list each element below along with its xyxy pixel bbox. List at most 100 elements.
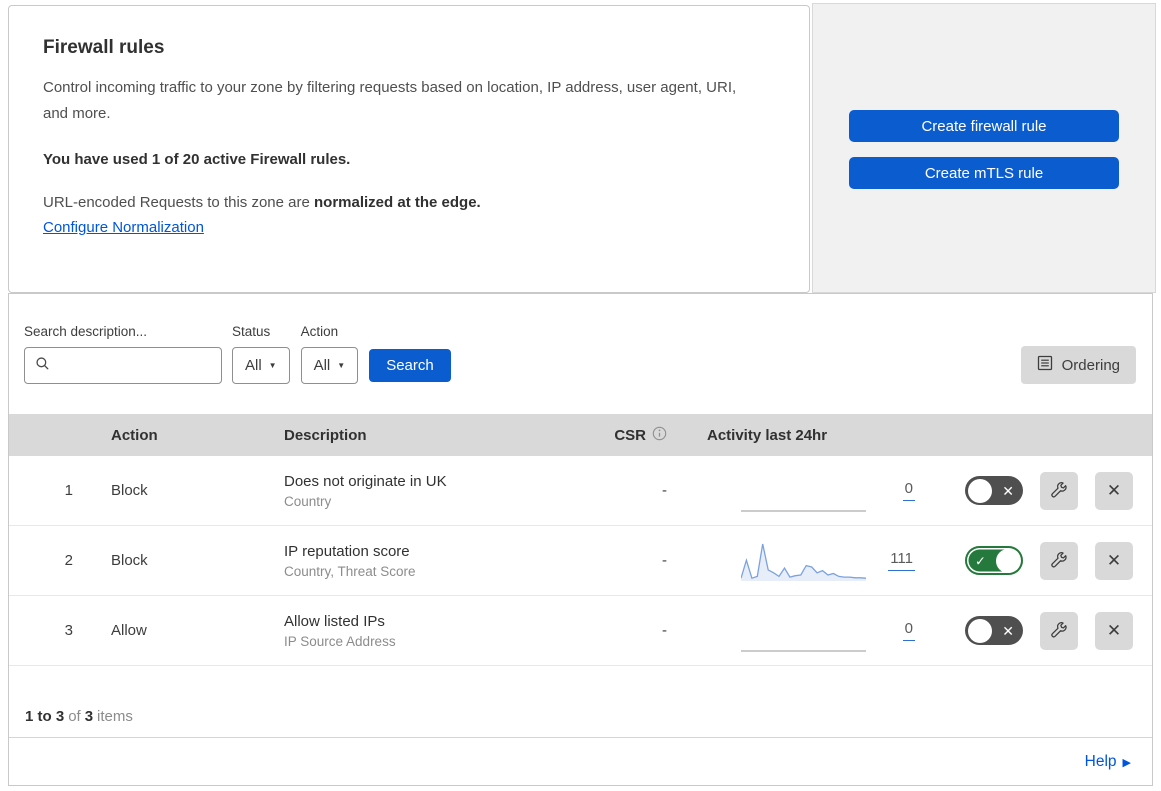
search-input[interactable] [56,357,221,374]
x-glyph: ✕ [1002,482,1014,499]
header-csr-label: CSR [614,426,646,444]
table-row: 2 Block IP reputation score Country, Thr… [9,526,1152,596]
status-label: Status [232,324,271,339]
pagination-range: 1 to 3 [25,708,65,725]
pagination-items: items [97,708,133,725]
normalization-bold: normalized at the edge. [314,194,481,211]
action-filter-group: Action All ▼ [300,324,359,384]
rule-activity-cell: 0 [699,456,929,525]
page-description: Control incoming traffic to your zone by… [43,79,737,122]
toggle-knob [968,478,992,503]
edit-rule-button[interactable] [1040,541,1078,580]
rule-action: Block [111,552,148,569]
right-arrow-icon: ▶ [1122,756,1131,769]
rule-controls: ✓ ✕ ✕ [929,471,1152,510]
wrench-icon [1049,619,1069,642]
wrench-icon [1049,479,1069,502]
table-row: 3 Allow Allow listed IPs IP Source Addre… [9,596,1152,666]
activity-sparkline [741,609,866,653]
magnifier-icon [35,356,50,376]
rule-description: IP reputation score [284,542,410,560]
rule-criteria: Country, Threat Score [284,563,416,579]
edit-rule-button[interactable] [1040,611,1078,650]
check-glyph: ✓ [975,553,986,568]
activity-count-link[interactable]: 0 [902,620,915,641]
rule-description: Does not originate in UK [284,472,447,490]
rule-enabled-toggle[interactable]: ✓ ✕ [965,616,1023,645]
chevron-down-icon: ▼ [337,361,346,370]
delete-rule-button[interactable]: ✕ [1095,471,1133,510]
toggle-knob [995,548,1020,573]
rule-csr: - [662,482,667,499]
rule-action: Block [111,482,148,499]
status-dropdown-value: All [245,357,262,374]
edit-rule-button[interactable] [1040,471,1078,510]
delete-rule-button[interactable]: ✕ [1095,541,1133,580]
rule-enabled-toggle[interactable]: ✓ ✕ [965,546,1023,575]
x-icon: ✕ [1106,620,1122,640]
status-filter-group: Status All ▼ [232,324,290,384]
x-icon: ✕ [1106,480,1122,500]
rule-number: 1 [64,482,73,499]
action-dropdown-value: All [313,357,331,374]
firewall-rules-table-card: Search description... Status All ▼ Actio… [8,293,1153,786]
activity-sparkline [741,539,866,583]
action-label: Action [300,324,339,339]
x-icon: ✕ [1106,550,1122,570]
search-box [24,347,222,384]
help-link[interactable]: Help ▶ [1085,753,1131,771]
table-header-row: Action Description CSR Activity last 24h… [9,414,1152,456]
rule-criteria: IP Source Address [284,633,396,649]
normalization-note: URL-encoded Requests to this zone are no… [43,194,767,211]
activity-sparkline [741,469,866,513]
pagination-summary: 1 to 3 of 3 items [9,666,1152,738]
usage-summary: You have used 1 of 20 active Firewall ru… [43,151,351,168]
activity-count-link[interactable]: 111 [888,550,915,571]
x-glyph: ✕ [1002,622,1014,639]
help-row: Help ▶ [9,738,1152,786]
page-title: Firewall rules [43,37,165,58]
rule-activity-cell: 111 [699,526,929,595]
ordering-button[interactable]: Ordering [1020,346,1136,384]
rule-csr: - [662,552,667,569]
pagination-of: of [68,708,81,725]
header-activity: Activity last 24hr [707,426,828,444]
filter-bar: Search description... Status All ▼ Actio… [9,294,1152,414]
ordering-button-label: Ordering [1061,356,1120,374]
create-firewall-rule-button[interactable]: Create firewall rule [849,110,1119,142]
header-description: Description [284,426,367,444]
action-dropdown[interactable]: All ▼ [300,347,359,384]
pagination-total: 3 [84,708,94,725]
actions-panel: Create firewall rule Create mTLS rule [812,3,1156,293]
rule-description-cell: Does not originate in UK Country [264,473,594,509]
toggle-knob [968,618,992,643]
rule-action: Allow [111,622,147,639]
search-button[interactable]: Search [369,349,451,382]
delete-rule-button[interactable]: ✕ [1095,611,1133,650]
firewall-rules-intro-card: Firewall rules Control incoming traffic … [8,5,810,293]
rule-csr: - [662,622,667,639]
table-row: 1 Block Does not originate in UK Country… [9,456,1152,526]
help-link-label: Help [1084,753,1117,770]
create-mtls-rule-button[interactable]: Create mTLS rule [849,157,1119,189]
header-csr: CSR [594,426,699,445]
configure-normalization-link[interactable]: Configure Normalization [43,219,204,236]
list-document-icon [1037,355,1053,375]
chevron-down-icon: ▼ [268,361,277,370]
status-dropdown[interactable]: All ▼ [232,347,290,384]
rule-criteria: Country [284,493,332,509]
rule-number: 2 [64,552,73,569]
info-circle-icon[interactable] [652,426,667,445]
rule-controls: ✓ ✕ ✕ [929,611,1152,650]
rule-description-cell: IP reputation score Country, Threat Scor… [264,543,594,579]
rule-description: Allow listed IPs [284,612,385,630]
rule-enabled-toggle[interactable]: ✓ ✕ [965,476,1023,505]
rule-controls: ✓ ✕ ✕ [929,541,1152,580]
rule-number: 3 [64,622,73,639]
search-group: Search description... [24,324,222,384]
search-label: Search description... [24,324,148,339]
rule-description-cell: Allow listed IPs IP Source Address [264,613,594,649]
activity-count-link[interactable]: 0 [902,480,915,501]
rule-activity-cell: 0 [699,596,929,665]
wrench-icon [1049,549,1069,572]
